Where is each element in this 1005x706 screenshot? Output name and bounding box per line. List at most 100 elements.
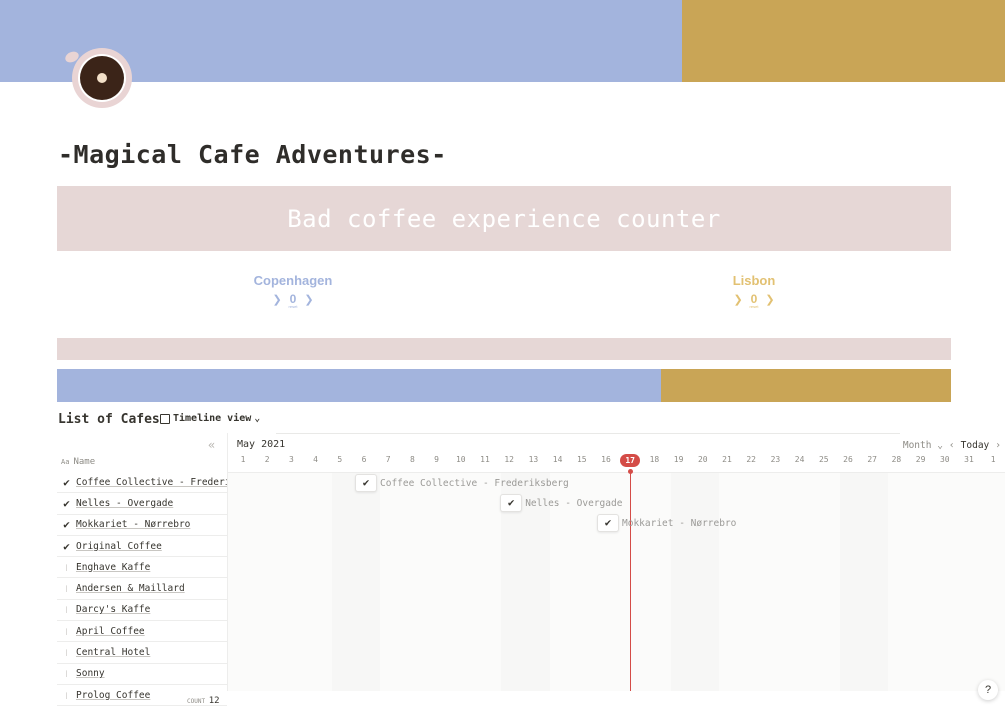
- decrement-icon[interactable]: ❯: [272, 293, 281, 306]
- cafe-name[interactable]: Andersen & Maillard: [76, 583, 185, 594]
- view-switcher[interactable]: Timeline view ⌄: [160, 413, 260, 424]
- table-row[interactable]: ❘ Sonny: [57, 664, 227, 685]
- chevron-down-icon: ⌄: [254, 413, 261, 424]
- day-label: 10: [455, 455, 466, 464]
- day-label: 1: [990, 455, 996, 464]
- day-label: 11: [480, 455, 490, 464]
- today-button[interactable]: Today: [961, 440, 990, 451]
- collapse-table-icon[interactable]: «: [208, 438, 215, 452]
- cafe-name[interactable]: April Coffee: [76, 626, 145, 637]
- prev-arrow-icon[interactable]: ‹: [949, 440, 955, 451]
- coffee-cup-icon[interactable]: [64, 48, 136, 110]
- cafe-table: ✔ Coffee Collective - Frederiksberg ✔ Nell…: [57, 472, 227, 706]
- next-arrow-icon[interactable]: ›: [995, 440, 1001, 451]
- unchecked-icon: ❘: [64, 648, 69, 658]
- timeline-event[interactable]: ✔ Mokkariet - Nørrebro: [597, 514, 736, 532]
- unchecked-icon: ❘: [64, 690, 69, 700]
- cafe-name[interactable]: Mokkariet - Nørrebro: [76, 519, 190, 530]
- cafe-name[interactable]: Coffee Collective - Frederiksberg: [76, 477, 227, 488]
- timeline-view-icon: [160, 413, 170, 424]
- scale-select[interactable]: Month ⌄: [903, 440, 943, 451]
- timeline-controls: Month ⌄ ‹ Today ›: [903, 440, 1001, 451]
- increment-icon[interactable]: ❯: [765, 293, 774, 306]
- timeline-event[interactable]: ✔ Coffee Collective - Frederiksberg: [355, 474, 569, 492]
- cafe-name[interactable]: Central Hotel: [76, 647, 150, 658]
- day-label: 3: [288, 455, 294, 464]
- day-label: 27: [867, 455, 877, 464]
- pink-divider: [57, 338, 951, 360]
- help-button[interactable]: ?: [978, 680, 998, 700]
- page-title: -Magical Cafe Adventures-: [58, 140, 447, 169]
- counter-city: Copenhagen: [253, 273, 333, 288]
- increment-icon[interactable]: ❯: [304, 293, 313, 306]
- cover-image[interactable]: [0, 0, 1005, 82]
- counter-lisbon: Lisbon ❯ 0 ❯ reset: [674, 273, 834, 310]
- day-label: 19: [673, 455, 684, 464]
- reset-link[interactable]: reset: [213, 304, 373, 310]
- checkmark-icon: ✔: [63, 475, 70, 489]
- day-label: 29: [915, 455, 926, 464]
- day-label: 2: [264, 455, 270, 464]
- unchecked-icon: ❘: [64, 562, 69, 572]
- day-label: 15: [576, 455, 587, 464]
- timeline-event[interactable]: ✔ Nelles - Overgade: [500, 494, 622, 512]
- unchecked-icon: ❘: [64, 669, 69, 679]
- cafe-name[interactable]: Original Coffee: [76, 541, 162, 552]
- counter-copenhagen: Copenhagen ❯ 0 ❯ reset: [213, 273, 373, 310]
- weekend-column: [331, 473, 381, 691]
- name-column-header[interactable]: Aa Name: [61, 457, 95, 467]
- today-line: [630, 471, 632, 691]
- day-label: 26: [843, 455, 853, 464]
- decrement-icon[interactable]: ❯: [733, 293, 742, 306]
- day-label: 20: [697, 455, 708, 464]
- month-label: May 2021: [237, 439, 286, 450]
- day-label: 30: [939, 455, 950, 464]
- table-row[interactable]: ✔ Coffee Collective - Frederiksberg: [57, 472, 227, 494]
- day-label: 16: [601, 455, 611, 464]
- database-title[interactable]: List of Cafes: [58, 412, 160, 427]
- text-property-icon: Aa: [61, 458, 70, 466]
- counter-city: Lisbon: [732, 273, 776, 288]
- day-label: 12: [504, 455, 514, 464]
- table-row[interactable]: ✔ Original Coffee: [57, 536, 227, 558]
- gold-divider: [661, 369, 951, 402]
- cafe-name[interactable]: Prolog Coffee: [76, 690, 150, 701]
- day-label: 8: [409, 455, 415, 464]
- table-row[interactable]: ✔ Mokkariet - Nørrebro: [57, 515, 227, 536]
- day-label: 7: [385, 455, 391, 464]
- day-label: 24: [794, 455, 805, 464]
- day-label: 13: [528, 455, 539, 464]
- unchecked-icon: ❘: [64, 626, 69, 636]
- checkmark-icon: ✔: [355, 474, 377, 492]
- table-row[interactable]: ❘ Central Hotel: [57, 642, 227, 664]
- count-label: COUNT: [187, 698, 206, 705]
- day-label: 17: [620, 454, 641, 467]
- day-label: 4: [313, 455, 318, 464]
- timeline-panel[interactable]: May 2021 Month ⌄ ‹ Today › 1 2 3 4 5 6 7 8 9 10 11…: [227, 433, 1005, 691]
- count-footer[interactable]: COUNT 12: [187, 696, 220, 706]
- view-label: Timeline view: [173, 413, 252, 424]
- header-divider: [228, 472, 1005, 473]
- table-row[interactable]: ✔ Nelles - Overgade: [57, 493, 227, 515]
- cafe-name[interactable]: Nelles - Overgade: [76, 498, 173, 509]
- cafe-name[interactable]: Sonny: [76, 668, 105, 679]
- checkmark-icon: ✔: [597, 514, 619, 532]
- day-label: 31: [964, 455, 974, 464]
- unchecked-icon: ❘: [64, 605, 69, 615]
- table-row[interactable]: ❘ April Coffee: [57, 621, 227, 643]
- counter-banner: Bad coffee experience counter: [57, 186, 951, 251]
- event-label: Mokkariet - Nørrebro: [622, 517, 737, 529]
- checkmark-icon: ✔: [500, 494, 523, 512]
- cafe-name[interactable]: Darcy's Kaffe: [76, 604, 150, 615]
- event-label: Coffee Collective - Frederiksberg: [380, 477, 569, 489]
- table-row[interactable]: ❘ Enghave Kaffe: [57, 557, 227, 579]
- day-label: 23: [770, 455, 781, 464]
- day-label: 18: [649, 455, 660, 464]
- reset-link[interactable]: reset: [674, 304, 834, 310]
- cafe-name[interactable]: Enghave Kaffe: [76, 562, 150, 573]
- checkmark-icon: ✔: [63, 539, 70, 553]
- table-row[interactable]: ❘ Darcy's Kaffe: [57, 600, 227, 622]
- day-label: 22: [746, 455, 756, 464]
- unchecked-icon: ❘: [64, 584, 69, 594]
- table-row[interactable]: ❘ Andersen & Maillard: [57, 578, 227, 600]
